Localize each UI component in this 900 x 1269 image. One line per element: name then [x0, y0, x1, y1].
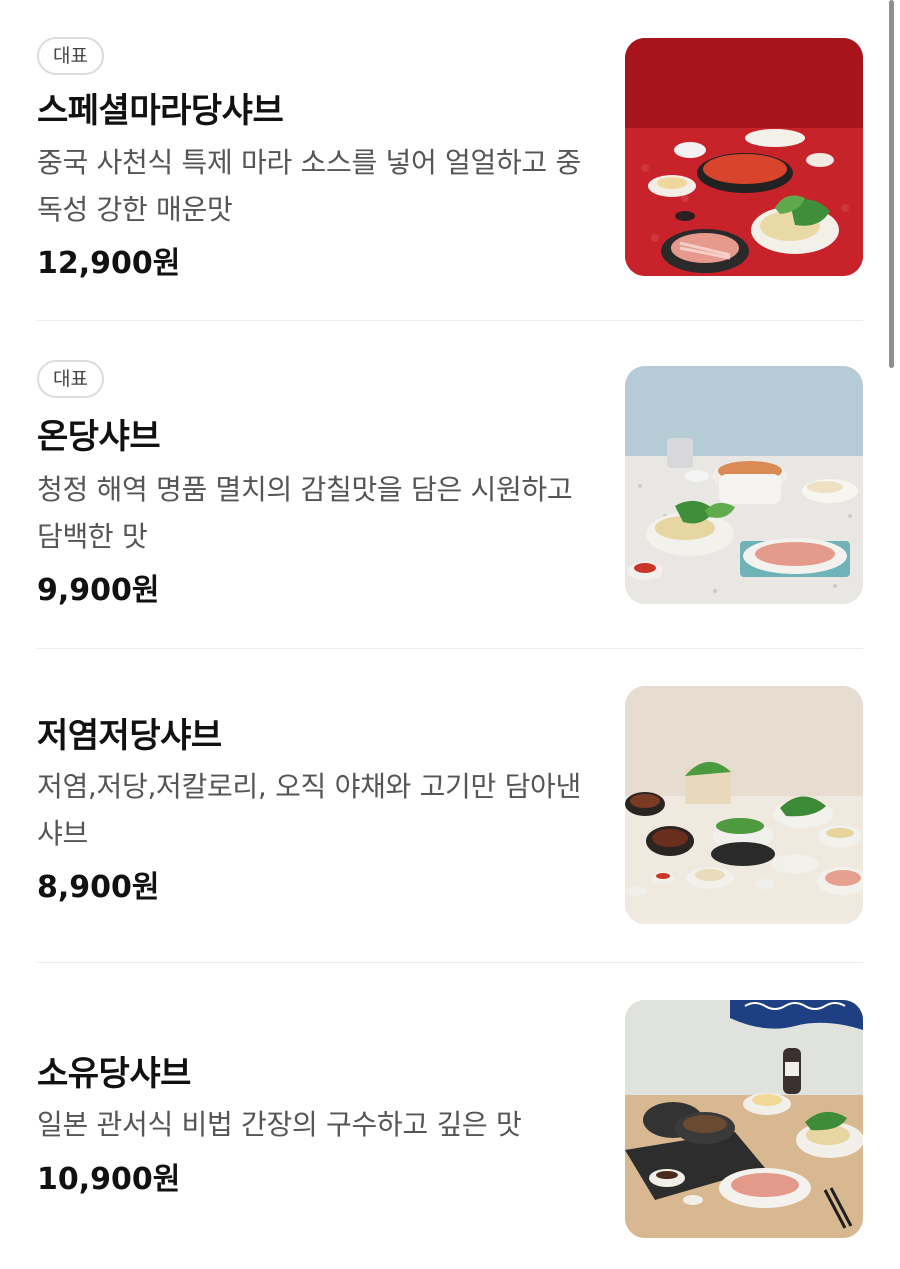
menu-item-spicy-mala-shabu[interactable]: 대표 스페셜마라당샤브 중국 사천식 특제 마라 소스를 넣어 얼얼하고 중독성… — [37, 37, 863, 281]
menu-item-photo[interactable] — [625, 1000, 863, 1238]
menu-item-ondang-shabu[interactable]: 대표 온당샤브 청정 해역 명품 멸치의 감칠맛을 담은 시원하고 담백한 맛 … — [37, 360, 863, 608]
menu-item-soy-shabu[interactable]: 소유당샤브 일본 관서식 비법 간장의 구수하고 깊은 맛 10,900원 — [37, 1000, 863, 1240]
divider — [37, 320, 863, 321]
divider — [37, 962, 863, 963]
menu-item-name: 스페셜마라당샤브 — [37, 91, 284, 131]
menu-item-price: 10,900원 — [37, 1162, 181, 1197]
menu-item-description: 저염,저당,저칼로리, 오직 야채와 고기만 담아낸 샤브 — [37, 770, 581, 850]
signature-badge: 대표 — [37, 360, 104, 398]
menu-item-name: 소유당샤브 — [37, 1054, 191, 1094]
menu-item-price: 12,900원 — [37, 246, 181, 281]
divider — [37, 648, 863, 649]
menu-item-low-salt-sugar-shabu[interactable]: 저염저당샤브 저염,저당,저칼로리, 오직 야채와 고기만 담아낸 샤브 8,9… — [37, 686, 863, 930]
menu-item-name: 저염저당샤브 — [37, 716, 222, 756]
menu-item-photo[interactable] — [625, 38, 863, 276]
menu-item-name: 온당샤브 — [37, 417, 161, 457]
scrollbar[interactable] — [889, 0, 894, 368]
menu-item-description: 일본 관서식 비법 간장의 구수하고 깊은 맛 — [37, 1108, 522, 1141]
menu-item-price: 8,900원 — [37, 870, 160, 905]
signature-badge: 대표 — [37, 37, 104, 75]
menu-item-price: 9,900원 — [37, 573, 160, 608]
menu-item-photo[interactable] — [625, 366, 863, 604]
menu-item-description: 중국 사천식 특제 마라 소스를 넣어 얼얼하고 중독성 강한 매운맛 — [37, 146, 581, 226]
menu-item-photo[interactable] — [625, 686, 863, 924]
menu-item-description: 청정 해역 명품 멸치의 감칠맛을 담은 시원하고 담백한 맛 — [37, 473, 573, 553]
